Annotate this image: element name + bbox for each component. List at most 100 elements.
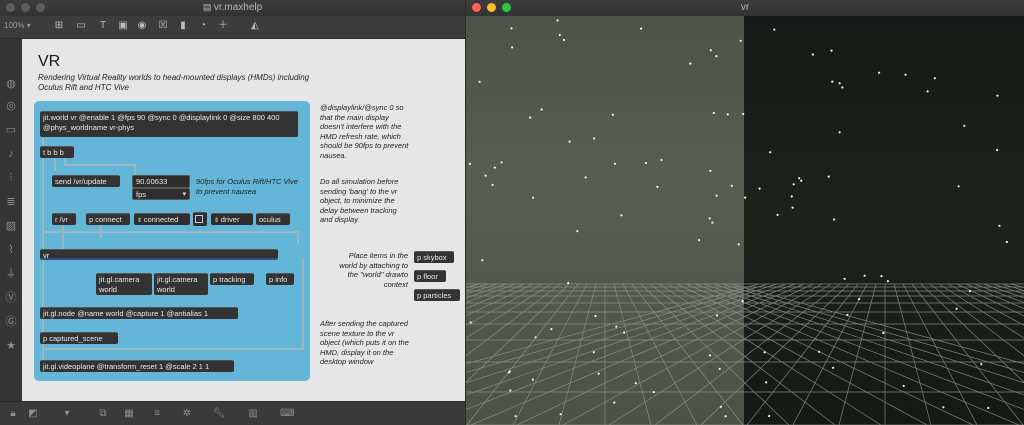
- particle: [511, 46, 514, 49]
- floor-grid-line: [613, 283, 652, 425]
- camera-left-object[interactable]: jit.gl.camera world: [96, 273, 152, 295]
- presentation-icon[interactable]: ◩: [26, 407, 40, 420]
- particle: [531, 378, 534, 381]
- p-info-object[interactable]: p info: [266, 273, 294, 285]
- stack-icon[interactable]: ≡: [150, 407, 164, 420]
- bpatcher-icon[interactable]: ▭: [3, 123, 19, 137]
- particle: [843, 277, 846, 280]
- chevron-down-icon: ▾: [182, 191, 186, 198]
- particle: [656, 185, 659, 188]
- button-object-icon[interactable]: ◉: [135, 20, 149, 32]
- p-tracking-object[interactable]: p tracking: [210, 273, 254, 285]
- max-help-window: ▤ vr.maxhelp 100% ▾ ⊞ ▭ T ▣ ◉ ☒ ▮ ◔ ＋ ◭ …: [0, 0, 465, 425]
- star-icon[interactable]: ★: [3, 339, 19, 353]
- comment-icon[interactable]: T: [96, 20, 110, 32]
- wrench-icon[interactable]: 🔧︎: [212, 407, 226, 420]
- connected-number-box[interactable]: ⇕ connected: [134, 213, 190, 225]
- grid-icon[interactable]: ▦: [122, 407, 136, 420]
- floor-grid-line: [654, 283, 841, 425]
- image-icon[interactable]: ▨: [3, 219, 19, 233]
- paint-bucket-icon[interactable]: ◭: [248, 20, 262, 32]
- chat-icon[interactable]: ▾: [60, 407, 74, 420]
- particle: [715, 55, 718, 58]
- particle: [880, 275, 883, 278]
- toggle-icon[interactable]: ☒: [156, 20, 170, 32]
- floor-grid-line: [746, 283, 859, 425]
- gen-icon[interactable]: Ⓖ: [3, 315, 19, 329]
- number-icon[interactable]: ▣: [116, 20, 130, 32]
- floor-grid-line: [1001, 283, 1024, 291]
- plug-icon[interactable]: ⏚: [3, 267, 19, 281]
- piano-icon[interactable]: ▥: [246, 407, 260, 420]
- particle: [858, 298, 861, 301]
- patcher-canvas[interactable]: VR Rendering Virtual Reality worlds to h…: [22, 39, 465, 401]
- vr-window-title: vr: [740, 2, 750, 13]
- driver-number-box[interactable]: ⇕ driver: [211, 213, 253, 225]
- particle: [758, 187, 761, 190]
- particle: [798, 177, 801, 180]
- target-icon[interactable]: ◎: [3, 99, 19, 113]
- globe-icon[interactable]: ◍: [3, 77, 19, 91]
- keyboard-icon[interactable]: ⌨: [280, 407, 294, 420]
- particle: [534, 336, 537, 339]
- vst-icon[interactable]: Ⓥ: [3, 291, 19, 305]
- p-floor-object[interactable]: p floor: [414, 270, 446, 282]
- receive-vr-object[interactable]: r /vr: [52, 213, 76, 225]
- fps-menu[interactable]: fps ▾: [132, 188, 190, 200]
- p-connect-object[interactable]: p connect: [86, 213, 130, 225]
- particle: [792, 183, 795, 186]
- send-update-object[interactable]: send /vr/update: [52, 175, 120, 187]
- list-icon[interactable]: ≣: [3, 195, 19, 209]
- fps-number-box[interactable]: 90.00633: [132, 175, 190, 188]
- new-object-icon[interactable]: ⊞: [52, 20, 66, 32]
- dial-icon[interactable]: ◔: [196, 20, 210, 32]
- p-skybox-object[interactable]: p skybox: [414, 251, 454, 263]
- slider-icon[interactable]: ▮: [176, 20, 190, 32]
- particle: [634, 382, 637, 385]
- message-icon[interactable]: ▭: [74, 20, 88, 32]
- particle: [562, 38, 566, 42]
- particle: [611, 113, 614, 116]
- particle: [613, 162, 617, 165]
- particle: [568, 140, 571, 143]
- particle: [509, 389, 512, 392]
- particle: [715, 194, 718, 197]
- particle: [741, 300, 744, 303]
- add-icon[interactable]: ＋: [216, 20, 230, 32]
- music-note-icon[interactable]: ♪: [3, 147, 19, 161]
- vr-scene-svg: [466, 19, 1024, 425]
- jit-world-object[interactable]: jit.world vr @enable 1 @fps 90 @sync 0 @…: [40, 111, 298, 137]
- particle: [776, 213, 779, 216]
- particle: [484, 174, 487, 177]
- vr-object[interactable]: vr: [40, 249, 278, 260]
- layers-icon[interactable]: ⧉: [96, 407, 110, 420]
- particle: [652, 391, 655, 394]
- lock-icon[interactable]: 🔒︎: [6, 407, 20, 420]
- meter-icon[interactable]: ⫶: [3, 171, 19, 185]
- trigger-object[interactable]: t b b b: [40, 146, 74, 158]
- camera-right-object[interactable]: jit.gl.camera world: [154, 273, 208, 295]
- debug-icon[interactable]: ✲: [180, 407, 194, 420]
- p-captured-scene-object[interactable]: p captured_scene: [40, 332, 118, 344]
- zoom-level[interactable]: 100% ▾: [4, 21, 31, 30]
- gl-node-object[interactable]: jit.gl.node @name world @capture 1 @anti…: [40, 307, 238, 319]
- particle: [833, 218, 836, 221]
- vr-titlebar: vr: [466, 0, 1024, 17]
- oculus-message[interactable]: oculus: [256, 213, 290, 225]
- particle: [594, 314, 597, 318]
- particle: [926, 90, 929, 93]
- patch-cord: [44, 231, 299, 233]
- bottom-toolbar: 🔒︎ ◩ ▾ ⧉ ▦ ≡ ✲ 🔧︎ ▥ ⌨: [0, 401, 465, 425]
- particle: [481, 259, 484, 262]
- particle: [739, 39, 742, 42]
- floor-grid-line: [640, 283, 790, 425]
- particle: [576, 230, 579, 233]
- patch-cord: [64, 164, 136, 166]
- p-particles-object[interactable]: p particles: [414, 289, 460, 301]
- particle: [963, 124, 966, 127]
- floor-grid-line: [703, 283, 1024, 396]
- paperclip-icon[interactable]: ⌇: [3, 243, 19, 257]
- connected-toggle[interactable]: [193, 212, 207, 226]
- videoplane-object[interactable]: jit.gl.videoplane @transform_reset 1 @sc…: [40, 360, 234, 372]
- floor-grid-line: [992, 283, 1024, 295]
